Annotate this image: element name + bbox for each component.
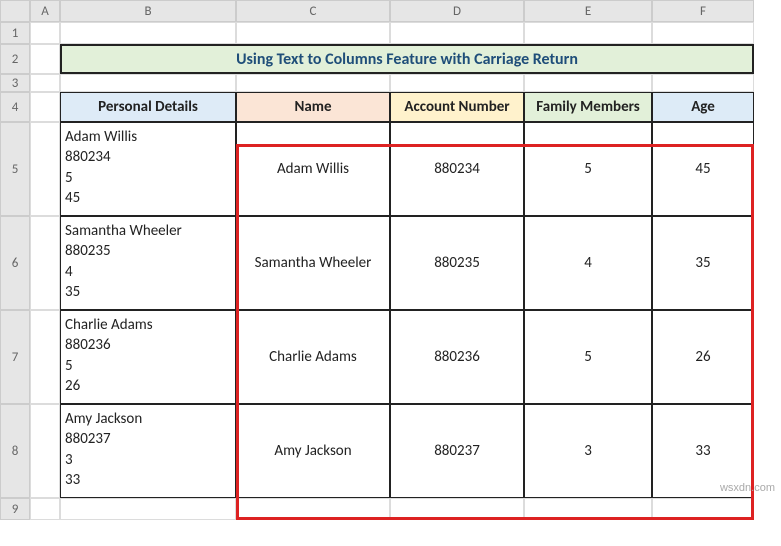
cell-b8[interactable]: Amy Jackson 880237 3 33 bbox=[60, 404, 236, 498]
cell-b1[interactable] bbox=[60, 22, 236, 44]
cell-d7[interactable]: 880236 bbox=[390, 310, 524, 404]
cell-b5[interactable]: Adam Willis 880234 5 45 bbox=[60, 122, 236, 216]
cell-e6[interactable]: 4 bbox=[524, 216, 652, 310]
header-name[interactable]: Name bbox=[236, 92, 390, 122]
row-header-4[interactable]: 4 bbox=[0, 92, 30, 122]
header-age[interactable]: Age bbox=[652, 92, 754, 122]
select-all-corner[interactable] bbox=[0, 0, 30, 22]
cell-f7[interactable]: 26 bbox=[652, 310, 754, 404]
row-header-9[interactable]: 9 bbox=[0, 498, 30, 520]
cell-c6[interactable]: Samantha Wheeler bbox=[236, 216, 390, 310]
row-header-7[interactable]: 7 bbox=[0, 310, 30, 404]
col-header-c[interactable]: C bbox=[236, 0, 390, 22]
cell-c5[interactable]: Adam Willis bbox=[236, 122, 390, 216]
cell-c9[interactable] bbox=[236, 498, 390, 520]
cell-a6[interactable] bbox=[30, 216, 60, 310]
cell-a2[interactable] bbox=[30, 44, 60, 74]
cell-e8[interactable]: 3 bbox=[524, 404, 652, 498]
cell-c3[interactable] bbox=[236, 74, 390, 92]
cell-a5[interactable] bbox=[30, 122, 60, 216]
cell-a3[interactable] bbox=[30, 74, 60, 92]
row-header-8[interactable]: 8 bbox=[0, 404, 30, 498]
cell-e9[interactable] bbox=[524, 498, 652, 520]
cell-a7[interactable] bbox=[30, 310, 60, 404]
cell-b7[interactable]: Charlie Adams 880236 5 26 bbox=[60, 310, 236, 404]
row-header-3[interactable]: 3 bbox=[0, 74, 30, 92]
row-header-2[interactable]: 2 bbox=[0, 44, 30, 74]
cell-d3[interactable] bbox=[390, 74, 524, 92]
cell-c7[interactable]: Charlie Adams bbox=[236, 310, 390, 404]
cell-b6[interactable]: Samantha Wheeler 880235 4 35 bbox=[60, 216, 236, 310]
cell-f6[interactable]: 35 bbox=[652, 216, 754, 310]
header-account-number[interactable]: Account Number bbox=[390, 92, 524, 122]
row-header-5[interactable]: 5 bbox=[0, 122, 30, 216]
cell-e5[interactable]: 5 bbox=[524, 122, 652, 216]
cell-f3[interactable] bbox=[652, 74, 754, 92]
cell-d5[interactable]: 880234 bbox=[390, 122, 524, 216]
row-header-6[interactable]: 6 bbox=[0, 216, 30, 310]
cell-b9[interactable] bbox=[60, 498, 236, 520]
cell-d1[interactable] bbox=[390, 22, 524, 44]
cell-d8[interactable]: 880237 bbox=[390, 404, 524, 498]
cell-a8[interactable] bbox=[30, 404, 60, 498]
cell-b3[interactable] bbox=[60, 74, 236, 92]
col-header-d[interactable]: D bbox=[390, 0, 524, 22]
cell-e7[interactable]: 5 bbox=[524, 310, 652, 404]
cell-f1[interactable] bbox=[652, 22, 754, 44]
cell-a9[interactable] bbox=[30, 498, 60, 520]
title-cell[interactable]: Using Text to Columns Feature with Carri… bbox=[60, 44, 754, 74]
cell-d6[interactable]: 880235 bbox=[390, 216, 524, 310]
spreadsheet-grid: A B C D E F 1 2 Using Text to Columns Fe… bbox=[0, 0, 781, 520]
col-header-e[interactable]: E bbox=[524, 0, 652, 22]
header-family-members[interactable]: Family Members bbox=[524, 92, 652, 122]
header-personal-details[interactable]: Personal Details bbox=[60, 92, 236, 122]
watermark: wsxdn.com bbox=[720, 482, 775, 494]
cell-a4[interactable] bbox=[30, 92, 60, 122]
cell-c1[interactable] bbox=[236, 22, 390, 44]
col-header-a[interactable]: A bbox=[30, 0, 60, 22]
cell-d9[interactable] bbox=[390, 498, 524, 520]
col-header-b[interactable]: B bbox=[60, 0, 236, 22]
cell-e1[interactable] bbox=[524, 22, 652, 44]
cell-f5[interactable]: 45 bbox=[652, 122, 754, 216]
cell-c8[interactable]: Amy Jackson bbox=[236, 404, 390, 498]
col-header-f[interactable]: F bbox=[652, 0, 754, 22]
cell-f9[interactable] bbox=[652, 498, 754, 520]
cell-a1[interactable] bbox=[30, 22, 60, 44]
row-header-1[interactable]: 1 bbox=[0, 22, 30, 44]
cell-e3[interactable] bbox=[524, 74, 652, 92]
